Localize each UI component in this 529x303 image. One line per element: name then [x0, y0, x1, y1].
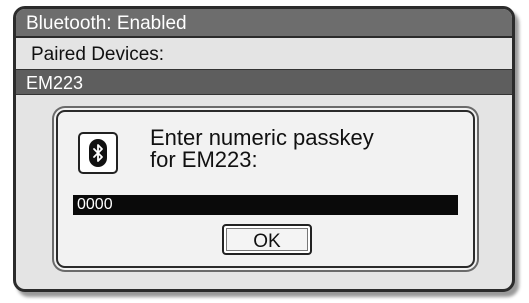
paired-devices-label: Paired Devices: — [31, 44, 165, 65]
prompt-line-1: Enter numeric passkey — [150, 125, 374, 150]
device-list-item[interactable]: EM223 — [16, 69, 512, 95]
title-bar: Bluetooth: Enabled — [16, 9, 512, 38]
prompt-line-2: for EM223: — [150, 147, 258, 172]
bluetooth-icon — [78, 132, 118, 174]
passkey-dialog: Enter numeric passkey for EM223: 0000 OK — [56, 110, 475, 268]
passkey-input[interactable]: 0000 — [73, 195, 458, 215]
bluetooth-screen: Bluetooth: Enabled Paired Devices: EM223… — [13, 6, 515, 292]
ok-button[interactable]: OK — [222, 224, 312, 255]
passkey-prompt: Enter numeric passkey for EM223: — [150, 127, 450, 171]
